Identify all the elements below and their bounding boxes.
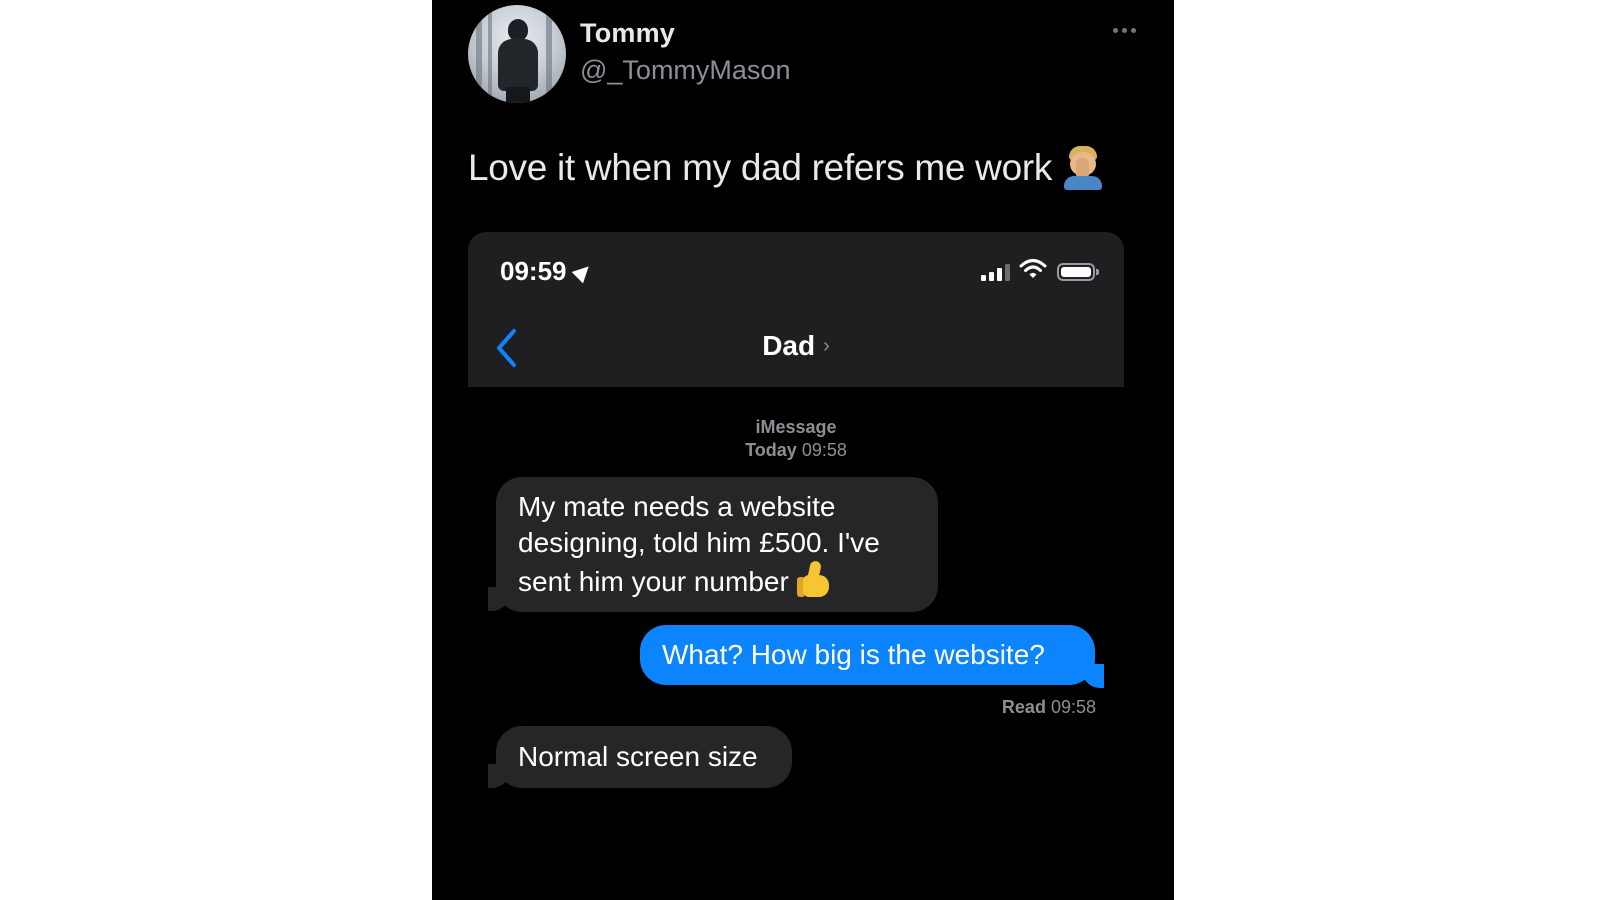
wifi-icon — [1019, 259, 1047, 278]
read-receipt: Read 09:58 — [1002, 697, 1096, 718]
thumbs-up-icon — [796, 560, 831, 597]
avatar-person-legs — [506, 87, 530, 103]
tweet-text: Love it when my dad refers me work — [468, 146, 1104, 190]
status-time: 09:59 — [500, 256, 594, 287]
status-time-text: 09:59 — [500, 256, 567, 286]
message-text: What? How big is the website? — [662, 639, 1045, 670]
avatar-tree — [488, 5, 492, 103]
message-bubble-incoming[interactable]: My mate needs a website designing, told … — [496, 477, 938, 612]
avatar-tree — [476, 5, 482, 103]
avatar[interactable] — [468, 5, 566, 103]
location-arrow-icon — [571, 260, 594, 283]
thread-time: 09:58 — [801, 440, 847, 460]
contact-name: Dad — [762, 330, 816, 361]
thread-timestamp: Today 09:58 — [468, 440, 1124, 461]
avatar-person-head — [508, 19, 528, 41]
avatar-tree — [546, 5, 552, 103]
message-bubble-outgoing[interactable]: What? How big is the website? — [640, 625, 1095, 685]
tweet-text-content: Love it when my dad refers me work — [468, 147, 1053, 188]
author-handle[interactable]: @_TommyMason — [580, 55, 790, 86]
contact-header[interactable]: Dad › — [468, 330, 1124, 362]
read-label: Read — [1001, 697, 1046, 717]
chevron-right-icon: › — [823, 335, 830, 357]
author-name[interactable]: Tommy — [580, 18, 675, 49]
thread-service-label: iMessage — [755, 417, 837, 437]
message-bubble-incoming[interactable]: Normal screen size — [496, 726, 792, 788]
tweet-card: Tommy @_TommyMason Love it when my dad r… — [432, 0, 1174, 900]
thread-day: Today — [745, 440, 797, 460]
ios-header: 09:59 Dad › — [468, 232, 1124, 387]
more-icon[interactable] — [1113, 28, 1136, 33]
battery-icon — [1057, 263, 1099, 281]
signal-icon — [981, 264, 1010, 281]
read-time: 09:58 — [1050, 697, 1096, 717]
message-text: Normal screen size — [518, 741, 758, 772]
embedded-screenshot[interactable]: 09:59 Dad › iMessage Today 09:58 My mate… — [468, 232, 1124, 900]
facepalm-icon — [1062, 146, 1104, 190]
avatar-person-body — [498, 39, 538, 91]
